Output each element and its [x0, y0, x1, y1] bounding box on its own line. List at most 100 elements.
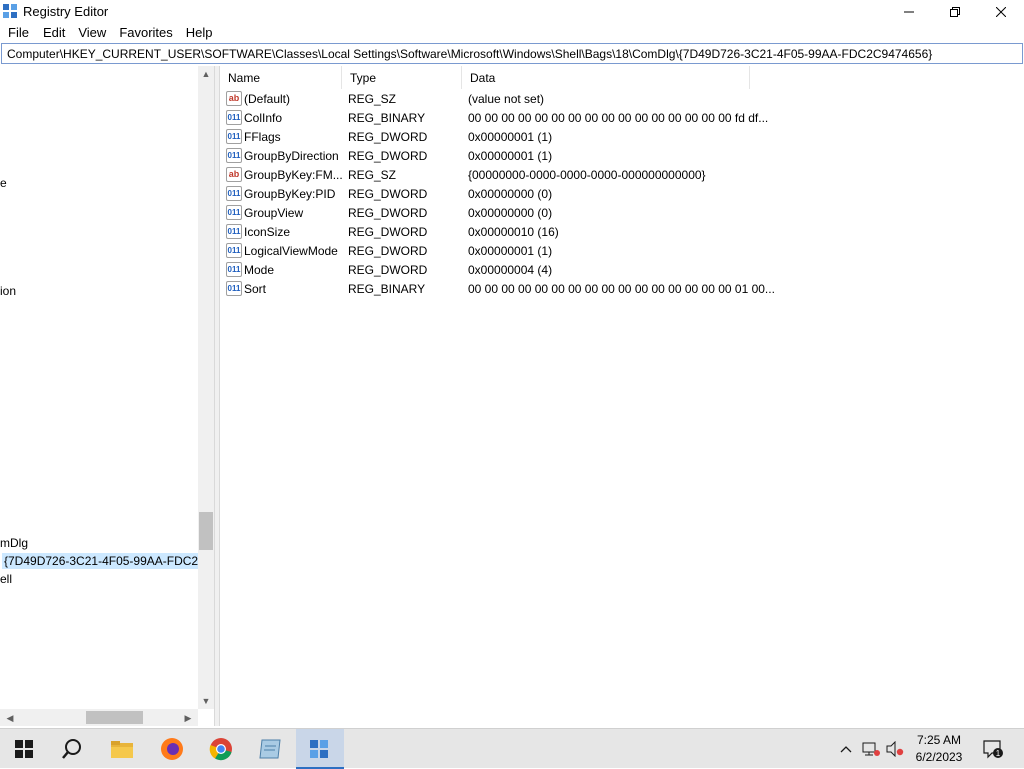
- table-row[interactable]: 011 LogicalViewMode REG_DWORD 0x00000001 (1…: [220, 242, 1024, 261]
- table-row[interactable]: 011 GroupByDirection REG_DWORD 0x00000001 (…: [220, 147, 1024, 166]
- close-button[interactable]: [978, 0, 1024, 24]
- firefox-icon: [161, 738, 183, 760]
- taskbar-chrome[interactable]: [197, 729, 245, 769]
- value-data: {00000000-0000-0000-0000-000000000000}: [468, 168, 706, 182]
- window-title: Registry Editor: [23, 4, 109, 19]
- scroll-right-icon[interactable]: ▶: [180, 710, 196, 726]
- tree-item[interactable]: ell: [0, 572, 12, 586]
- value-data: 0x00000001 (1): [468, 149, 553, 163]
- restore-button[interactable]: [932, 0, 978, 24]
- tree-item[interactable]: ion: [0, 284, 16, 298]
- value-data: 0x00000001 (1): [468, 244, 553, 258]
- value-name: FFlags: [244, 130, 281, 144]
- show-hidden-icons-button[interactable]: [836, 729, 856, 769]
- tree-item[interactable]: e: [0, 176, 7, 190]
- string-value-icon: ab: [226, 91, 242, 106]
- value-type: REG_BINARY: [348, 111, 426, 125]
- string-value-icon: ab: [226, 167, 242, 182]
- table-row[interactable]: 011 Mode REG_DWORD 0x00000004 (4): [220, 261, 1024, 280]
- value-name: LogicalViewMode: [244, 244, 338, 258]
- address-bar[interactable]: Computer\HKEY_CURRENT_USER\SOFTWARE\Clas…: [1, 43, 1023, 64]
- menu-edit[interactable]: Edit: [43, 24, 65, 42]
- binary-value-icon: 011: [226, 224, 242, 239]
- table-row[interactable]: 011 IconSize REG_DWORD 0x00000010 (16): [220, 223, 1024, 242]
- chrome-icon: [209, 738, 232, 761]
- action-center-button[interactable]: 1: [980, 729, 1006, 769]
- value-type: REG_DWORD: [348, 149, 428, 163]
- speaker-muted-icon: [886, 741, 904, 757]
- tree-hscroll-thumb[interactable]: [86, 711, 143, 724]
- table-row[interactable]: 011 Sort REG_BINARY 00 00 00 00 00 00 00 00…: [220, 280, 1024, 299]
- value-data: (value not set): [468, 92, 545, 106]
- start-button[interactable]: [0, 729, 48, 769]
- close-icon: [996, 7, 1006, 17]
- menu-file[interactable]: File: [8, 24, 29, 42]
- notification-count: 1: [996, 749, 1001, 758]
- table-row[interactable]: 011 GroupView REG_DWORD 0x00000000 (0): [220, 204, 1024, 223]
- binary-value-icon: 011: [226, 148, 242, 163]
- value-type: REG_SZ: [348, 168, 397, 182]
- value-name: Sort: [244, 282, 267, 296]
- windows-logo-icon: [15, 740, 33, 758]
- value-type: REG_DWORD: [348, 130, 428, 144]
- table-row[interactable]: ab GroupByKey:FM... REG_SZ {00000000-0000-0…: [220, 166, 1024, 185]
- menu-help[interactable]: Help: [186, 24, 213, 42]
- taskbar-file-explorer[interactable]: [98, 729, 146, 769]
- binary-value-icon: 011: [226, 262, 242, 277]
- taskbar-clock[interactable]: 7:25 AM 6/2/2023: [910, 732, 968, 766]
- binary-value-icon: 011: [226, 129, 242, 144]
- address-path: Computer\HKEY_CURRENT_USER\SOFTWARE\Clas…: [7, 47, 933, 61]
- table-row[interactable]: 011 GroupByKey:PID REG_DWORD 0x00000000 (0): [220, 185, 1024, 204]
- value-name: GroupByKey:FM...: [244, 168, 343, 182]
- binary-value-icon: 011: [226, 110, 242, 125]
- binary-value-icon: 011: [226, 186, 242, 201]
- menu-bar: File Edit View Favorites Help: [0, 24, 1024, 42]
- restore-icon: [950, 7, 960, 17]
- chevron-up-icon: [840, 746, 852, 753]
- menu-favorites[interactable]: Favorites: [119, 24, 172, 42]
- value-data: 0x00000001 (1): [468, 130, 553, 144]
- value-data: 0x00000000 (0): [468, 206, 553, 220]
- table-row[interactable]: 011 ColInfo REG_BINARY 00 00 00 00 00 00 00…: [220, 109, 1024, 128]
- scroll-up-icon[interactable]: ▲: [198, 66, 214, 82]
- tree-horizontal-scrollbar[interactable]: ◀ ▶: [0, 709, 198, 726]
- minimize-icon: [904, 11, 914, 13]
- value-data: 0x00000000 (0): [468, 187, 553, 201]
- tree-item[interactable]: mDlg: [0, 536, 28, 550]
- binary-value-icon: 011: [226, 281, 242, 296]
- values-list-pane[interactable]: Name Type Data ab (Default) REG_SZ (value n…: [220, 66, 1024, 726]
- value-name: Mode: [244, 263, 275, 277]
- value-type: REG_SZ: [348, 92, 397, 106]
- column-header-name[interactable]: Name: [220, 66, 342, 89]
- tree-vertical-scrollbar[interactable]: ▲ ▼: [198, 66, 214, 709]
- column-header-data[interactable]: Data: [462, 66, 750, 89]
- regedit-icon: [310, 740, 328, 758]
- minimize-button[interactable]: [886, 0, 932, 24]
- menu-view[interactable]: View: [78, 24, 106, 42]
- taskbar-app[interactable]: [246, 729, 294, 769]
- taskbar-firefox[interactable]: [148, 729, 196, 769]
- network-icon: [862, 742, 880, 756]
- table-row[interactable]: 011 FFlags REG_DWORD 0x00000001 (1): [220, 128, 1024, 147]
- value-data: 00 00 00 00 00 00 00 00 00 00 00 00 00 0…: [468, 111, 769, 125]
- tree-item-selected[interactable]: {7D49D726-3C21-4F05-99AA-FDC2C9: [2, 553, 198, 569]
- value-type: REG_DWORD: [348, 187, 428, 201]
- regedit-app-icon: [3, 4, 17, 18]
- key-tree-pane[interactable]: e ion mDlg {7D49D726-3C21-4F05-99AA-FDC2…: [0, 66, 214, 726]
- value-name: GroupByKey:PID: [244, 187, 336, 201]
- volume-button[interactable]: [884, 729, 906, 769]
- network-button[interactable]: [860, 729, 882, 769]
- column-header-type[interactable]: Type: [342, 66, 462, 89]
- binary-value-icon: 011: [226, 205, 242, 220]
- scroll-down-icon[interactable]: ▼: [198, 693, 214, 709]
- taskbar: 7:25 AM 6/2/2023 1: [0, 728, 1024, 769]
- search-button[interactable]: [48, 729, 96, 769]
- clock-time: 7:25 AM: [916, 733, 962, 747]
- value-name: (Default): [244, 92, 291, 106]
- table-row[interactable]: ab (Default) REG_SZ (value not set): [220, 90, 1024, 109]
- tree-scroll-thumb[interactable]: [199, 512, 213, 550]
- scroll-left-icon[interactable]: ◀: [2, 710, 18, 726]
- taskbar-registry-editor[interactable]: [296, 729, 344, 769]
- value-name: IconSize: [244, 225, 291, 239]
- value-name: GroupByDirection: [244, 149, 339, 163]
